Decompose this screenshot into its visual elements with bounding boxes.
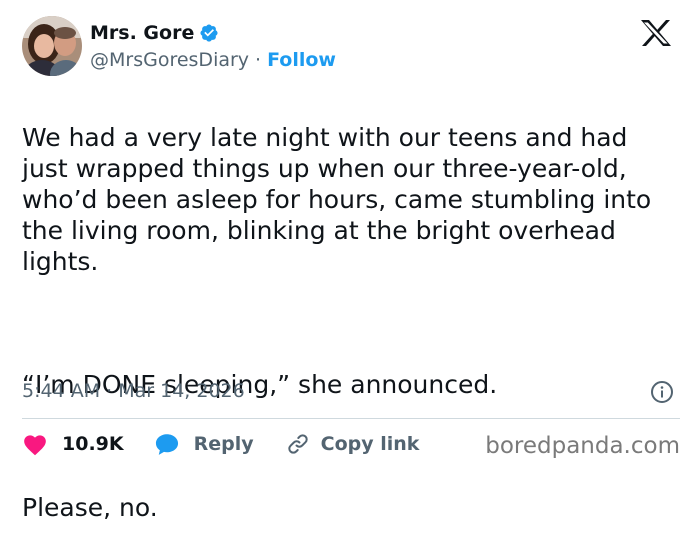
watermark-text: boredpanda.com [485,433,680,459]
author-handle[interactable]: @MrsGoresDiary [90,47,249,73]
info-icon[interactable] [650,380,674,404]
like-count: 10.9K [62,433,124,455]
author-name-row: Mrs. Gore [90,20,219,46]
avatar[interactable] [22,16,82,76]
reply-button[interactable]: Reply [154,432,254,456]
speech-bubble-icon [154,432,180,456]
verified-badge-icon [199,23,219,43]
author-display-name[interactable]: Mrs. Gore [90,20,194,46]
x-logo-icon[interactable] [636,18,676,48]
tweet-paragraph: Please, no. [22,493,158,522]
follow-button[interactable]: Follow [267,47,336,73]
tweet-actions: 10.9K Reply Copy link [22,429,419,459]
copy-link-button[interactable]: Copy link [286,432,420,456]
like-button[interactable]: 10.9K [22,432,124,456]
divider [22,418,680,419]
tweet-paragraph: We had a very late night with our teens … [22,123,652,276]
separator-dot: · [255,49,262,71]
author-handle-row: @MrsGoresDiary · Follow [90,47,336,73]
tweet-timestamp[interactable]: 5:44 AM · Mar 14, 2026 [22,378,245,404]
link-icon [286,432,310,456]
tweet-text: We had a very late night with our teens … [22,91,682,554]
reply-label: Reply [193,433,254,455]
heart-icon [22,432,48,456]
copy-link-label: Copy link [320,433,420,455]
